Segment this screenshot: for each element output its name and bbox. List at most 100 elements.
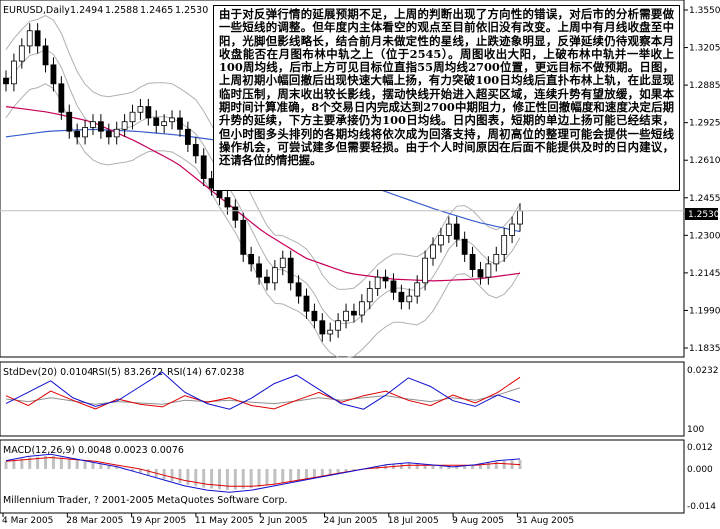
macd-label: MACD(12,26,9) 0.0048 0.0023 0.0076 — [3, 445, 184, 456]
candle-body — [406, 295, 413, 303]
rsi5-label: RSI(5) 83.2672 — [92, 367, 163, 378]
candle-body — [137, 106, 144, 113]
candle-body — [129, 111, 136, 123]
candle-body — [517, 210, 523, 225]
candle-body — [493, 253, 500, 265]
price-tick-label: 1.1990 — [689, 306, 720, 316]
candle-body — [327, 329, 334, 335]
candle-body — [224, 197, 231, 208]
ind1-scale-top: 0.0232 — [687, 366, 719, 376]
candle-body — [82, 127, 88, 138]
candle-body — [42, 45, 49, 66]
candle-body — [232, 206, 239, 221]
candle-body — [153, 117, 160, 126]
ind2-scale-1: 0.000 — [687, 465, 713, 475]
candle-body — [501, 235, 508, 255]
stddev-label: StdDev(20) 0.0104 — [3, 367, 93, 378]
candle-body — [477, 269, 484, 278]
candle-body — [121, 121, 128, 130]
price-tick-label: 1.2885 — [689, 81, 720, 91]
candle-body — [113, 128, 120, 138]
candle-body — [469, 253, 476, 270]
candle-body — [311, 310, 318, 322]
low-value: 1.2465 — [140, 5, 173, 16]
candle-body — [303, 295, 310, 312]
candle-body — [145, 106, 152, 119]
candle-body — [438, 235, 444, 246]
candle-body — [50, 64, 57, 85]
candle-body — [279, 257, 286, 269]
candle-body — [240, 219, 247, 255]
time-tick-label: 28 Mar 2005 — [66, 516, 123, 525]
price-tick-label: 1.2610 — [689, 156, 720, 166]
candle-body — [3, 77, 9, 85]
candle-body — [66, 111, 73, 132]
ind1-scale-bottom: 100 — [687, 425, 704, 435]
candle-body — [26, 30, 33, 47]
candle-body — [485, 263, 492, 278]
price-tick-label: 1.3550 — [689, 6, 720, 16]
candle-body — [177, 117, 183, 130]
time-tick-label: 24 Jun 2005 — [324, 516, 378, 525]
candle-body — [287, 257, 294, 284]
candle-body — [248, 253, 255, 265]
candle-body — [169, 117, 175, 123]
time-tick-label: 9 Aug 2005 — [452, 516, 504, 525]
current-price-label: 1.2530 — [688, 210, 720, 220]
close-value: 1.2530 — [175, 5, 208, 16]
candle-body — [343, 310, 349, 322]
candle-body — [256, 263, 262, 278]
candle-body — [390, 280, 397, 293]
candle-body — [200, 155, 207, 179]
symbol-label: EURUSD,Daily — [3, 5, 70, 16]
candle-body — [509, 223, 515, 236]
candle-body — [422, 257, 429, 284]
candle-body — [374, 276, 381, 289]
candle-body — [58, 83, 65, 113]
candle-body — [461, 238, 468, 255]
price-tick-label: 1.2300 — [689, 231, 720, 241]
price-scale: 1.3550 1.3205 1.2885 1.2925 1.2610 1.2455 1.23… — [684, 6, 720, 354]
candle-body — [97, 121, 104, 132]
price-tick-label: 1.3205 — [689, 44, 720, 54]
candle-body — [264, 276, 270, 284]
candle-body — [192, 144, 199, 157]
candle-body — [366, 288, 373, 303]
time-tick-label: 31 Aug 2005 — [516, 516, 574, 525]
candle-body — [430, 244, 436, 259]
time-tick-label: 2 Jun 2005 — [259, 516, 307, 525]
ind2-scale-0: 0.012 — [687, 443, 713, 453]
time-tick-label: 18 Jul 2005 — [388, 516, 439, 525]
time-tick-label: 19 Apr 2005 — [131, 516, 187, 525]
candle-body — [271, 267, 278, 284]
time-tick-label: 4 Mar 2005 — [2, 516, 53, 525]
candle-body — [161, 121, 168, 126]
price-tick-label: 1.2455 — [689, 194, 720, 204]
candle-body — [453, 223, 460, 240]
price-tick-label: 1.2145 — [689, 269, 720, 279]
candle-body — [319, 320, 326, 335]
candle-body — [11, 60, 17, 85]
candle-body — [105, 130, 112, 138]
open-value: 1.2494 — [70, 5, 103, 16]
candle-body — [358, 301, 365, 316]
candle-body — [90, 121, 96, 128]
candle-body — [414, 282, 421, 297]
candle-body — [34, 30, 41, 47]
price-tick-label: 1.2925 — [689, 119, 720, 129]
high-value: 1.2588 — [105, 5, 138, 16]
time-tick-label: 11 May 2005 — [195, 516, 254, 525]
analysis-annotation: 由于对反弹行情的延展预期不足，上周的判断出现了方向性的错误，对后市的分析需要做一… — [213, 5, 680, 191]
candle-body — [382, 276, 389, 282]
candle-body — [295, 282, 302, 297]
candle-body — [351, 310, 357, 316]
candle-body — [335, 320, 342, 331]
price-tick-label: 1.1835 — [689, 344, 720, 354]
time-axis: 4 Mar 2005 28 Mar 2005 19 Apr 2005 11 May 2… — [2, 513, 574, 526]
ind2-scale-2: -0.014 — [687, 502, 716, 512]
rsi14-label: RSI(14) 67.0238 — [167, 367, 244, 378]
copyright-text: Millennium Trader, ? 2001-2005 MetaQuote… — [3, 495, 288, 506]
candle-body — [74, 130, 81, 138]
candle-body — [445, 223, 452, 236]
candle-body — [398, 291, 405, 303]
